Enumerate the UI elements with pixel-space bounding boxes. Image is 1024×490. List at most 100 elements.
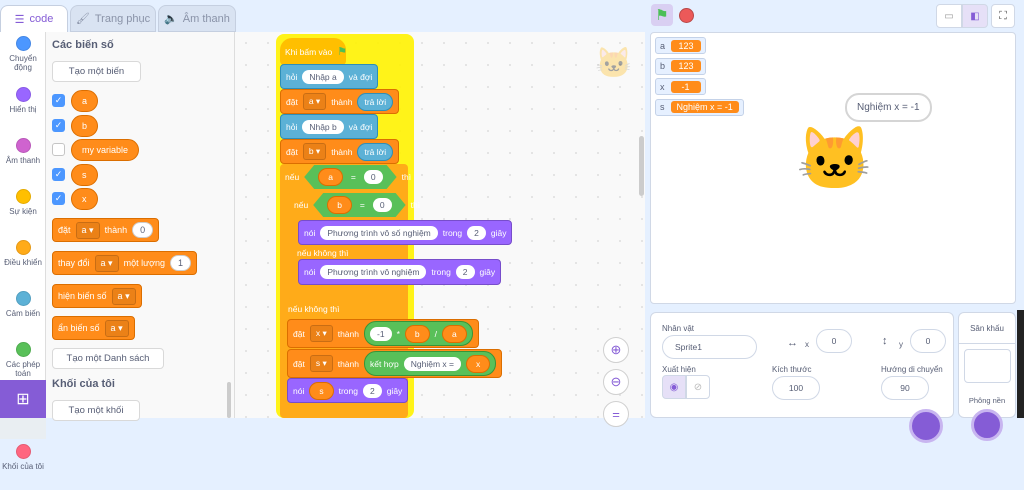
var-name: a xyxy=(110,322,116,333)
variable-monitor[interactable]: a 123 xyxy=(655,37,707,54)
set-x-block[interactable]: đặt x ▾ thành -1 * b / a xyxy=(287,319,479,348)
direction-input[interactable]: 90 xyxy=(881,376,929,400)
b-reporter[interactable]: b xyxy=(404,324,430,343)
var-dropdown[interactable]: a ▾ xyxy=(104,319,129,337)
ask-b-block[interactable]: hỏi Nhập b và đợi xyxy=(280,114,379,139)
green-flag-button[interactable]: ⚑ xyxy=(651,4,673,26)
x-reporter[interactable]: x xyxy=(465,354,491,373)
variable-reporter[interactable]: x xyxy=(71,188,98,210)
message-input[interactable]: Phương trình vô nghiệm xyxy=(320,265,427,279)
category-2[interactable]: Âm thanh xyxy=(0,134,46,184)
equals-b-0[interactable]: b = 0 xyxy=(313,193,405,217)
x-input[interactable]: 0 xyxy=(816,329,852,353)
add-extension-button[interactable]: ⊞ xyxy=(0,380,46,418)
ask-a-block[interactable]: hỏi Nhập a và đợi xyxy=(280,64,379,89)
minus-one-input[interactable]: -1 xyxy=(370,326,392,341)
secs-input[interactable]: 2 xyxy=(455,265,475,279)
zero-input[interactable]: 0 xyxy=(364,170,383,184)
a-reporter[interactable]: a xyxy=(318,168,343,186)
y-input[interactable]: 0 xyxy=(910,329,946,353)
make-list-button[interactable]: Tạo một Danh sách xyxy=(52,348,164,369)
size-input[interactable]: 100 xyxy=(772,376,820,400)
secs-input[interactable]: 2 xyxy=(467,225,486,240)
fullscreen-button[interactable]: ⛶ xyxy=(991,4,1015,28)
answer-reporter[interactable]: trả lời xyxy=(357,142,394,161)
variable-checkbox[interactable]: ✓ xyxy=(52,167,65,181)
variable-reporter[interactable]: b xyxy=(71,114,99,137)
variable-reporter[interactable]: a xyxy=(71,90,99,112)
category-5[interactable]: Cảm biến xyxy=(0,287,46,337)
category-4[interactable]: Điều khiển xyxy=(0,236,46,286)
category-8[interactable]: Khối của tôi xyxy=(0,440,46,490)
zoom-in-button[interactable]: ⊕ xyxy=(603,337,629,363)
var-dropdown[interactable]: a ▾ xyxy=(302,93,327,110)
variable-reporter[interactable]: my variable xyxy=(71,139,140,161)
variable-checkbox[interactable]: ✓ xyxy=(52,118,65,132)
zoom-out-button[interactable]: ⊖ xyxy=(603,369,629,395)
var-dropdown[interactable]: x ▾ xyxy=(309,325,333,342)
message-input[interactable]: Phương trình vô số nghiệm xyxy=(320,225,438,240)
var-dropdown[interactable]: b ▾ xyxy=(302,143,327,160)
equals-a-0[interactable]: a = 0 xyxy=(304,165,396,189)
large-stage-icon: ◧ xyxy=(970,10,980,22)
set-a-block[interactable]: đặt a ▾ thành trả lời xyxy=(280,89,400,114)
zero-input[interactable]: 0 xyxy=(373,198,392,212)
set-s-block[interactable]: đặt s ▾ thành kết hợp Nghiệm x = x xyxy=(287,349,503,378)
category-3[interactable]: Sự kiện xyxy=(0,185,46,235)
multiply-divide-reporter[interactable]: -1 * b / a xyxy=(364,321,473,346)
say-s-block[interactable]: nói s trong 2 giây xyxy=(287,378,409,403)
set-b-block[interactable]: đặt b ▾ thành trả lời xyxy=(280,139,400,164)
s-reporter[interactable]: s xyxy=(309,381,334,400)
large-stage-button[interactable]: ◧ xyxy=(962,4,988,28)
secs-input[interactable]: 2 xyxy=(362,383,382,398)
show-sprite-button[interactable]: ◉ xyxy=(662,375,686,399)
var-dropdown[interactable]: a ▾ xyxy=(111,287,136,305)
stage[interactable]: a 123 b 123 x -1 s Nghiệm x = -1 Nghiệm x = -1 … xyxy=(650,32,1016,304)
stage-panel[interactable]: Sân khấu Phông nền xyxy=(958,312,1016,441)
value-input[interactable]: 1 xyxy=(170,255,192,271)
palette-scrollbar[interactable] xyxy=(227,382,231,418)
category-0[interactable]: Chuyển động xyxy=(0,32,46,82)
variable-checkbox[interactable]: ✓ xyxy=(52,192,65,205)
choose-backdrop-button[interactable] xyxy=(971,409,1003,441)
var-dropdown[interactable]: s ▾ xyxy=(309,355,333,372)
choose-sprite-button[interactable] xyxy=(909,409,943,443)
value-input[interactable]: 0 xyxy=(132,222,154,238)
answer-reporter[interactable]: trả lời xyxy=(357,92,394,111)
ask-text[interactable]: Nhập a xyxy=(302,69,344,84)
a-reporter[interactable]: a xyxy=(441,324,467,343)
backdrop-thumbnail[interactable] xyxy=(964,349,1011,383)
palette-hide-variable-block[interactable]: ẩn biến số a ▾ xyxy=(52,316,135,340)
variable-monitor[interactable]: x -1 xyxy=(655,78,706,95)
ask-text[interactable]: Nhập b xyxy=(302,119,344,134)
for-label: trong xyxy=(431,267,451,277)
palette-change-block[interactable]: thay đổi a ▾ một lượng 1 xyxy=(52,251,198,275)
var-dropdown[interactable]: a ▾ xyxy=(75,221,100,239)
sprite-name-input[interactable]: Sprite1 xyxy=(662,335,757,359)
variable-checkbox[interactable] xyxy=(52,143,65,156)
small-stage-button[interactable]: ▭ xyxy=(936,4,962,28)
join-reporter[interactable]: kết hợp Nghiệm x = x xyxy=(364,351,497,376)
b-reporter[interactable]: b xyxy=(327,196,352,214)
tab-costumes[interactable]: 🖌 Trang phục xyxy=(70,5,156,32)
variable-checkbox[interactable]: ✓ xyxy=(52,94,65,107)
join-text-input[interactable]: Nghiệm x = xyxy=(403,356,461,371)
say-infinite-block[interactable]: nói Phương trình vô số nghiệm trong 2 giây xyxy=(298,220,513,245)
when-flag-clicked-block[interactable]: Khi bấm vào ⚑ xyxy=(280,38,347,65)
tab-sounds[interactable]: 🔈 Âm thanh xyxy=(158,5,236,32)
stop-button[interactable] xyxy=(679,8,694,23)
var-dropdown[interactable]: a ▾ xyxy=(94,254,119,272)
say-none-block[interactable]: nói Phương trình vô nghiệm trong 2 giây xyxy=(298,259,502,285)
variable-reporter[interactable]: s xyxy=(71,163,98,186)
make-variable-button[interactable]: Tạo một biến xyxy=(52,61,141,82)
variable-monitor[interactable]: b 123 xyxy=(655,57,707,75)
zoom-reset-button[interactable]: = xyxy=(603,401,629,427)
palette-set-block[interactable]: đặt a ▾ thành 0 xyxy=(52,218,160,242)
variable-monitor[interactable]: s Nghiệm x = -1 xyxy=(655,98,744,116)
category-1[interactable]: Hiển thị xyxy=(0,83,46,133)
palette-show-variable-block[interactable]: hiện biến số a ▾ xyxy=(52,284,142,308)
script-scrollbar[interactable] xyxy=(639,136,644,196)
tab-code[interactable]: ☰ code xyxy=(0,5,68,32)
cat-sprite[interactable]: 🐱 xyxy=(796,129,873,191)
hide-sprite-button[interactable]: ⊘ xyxy=(686,375,710,399)
